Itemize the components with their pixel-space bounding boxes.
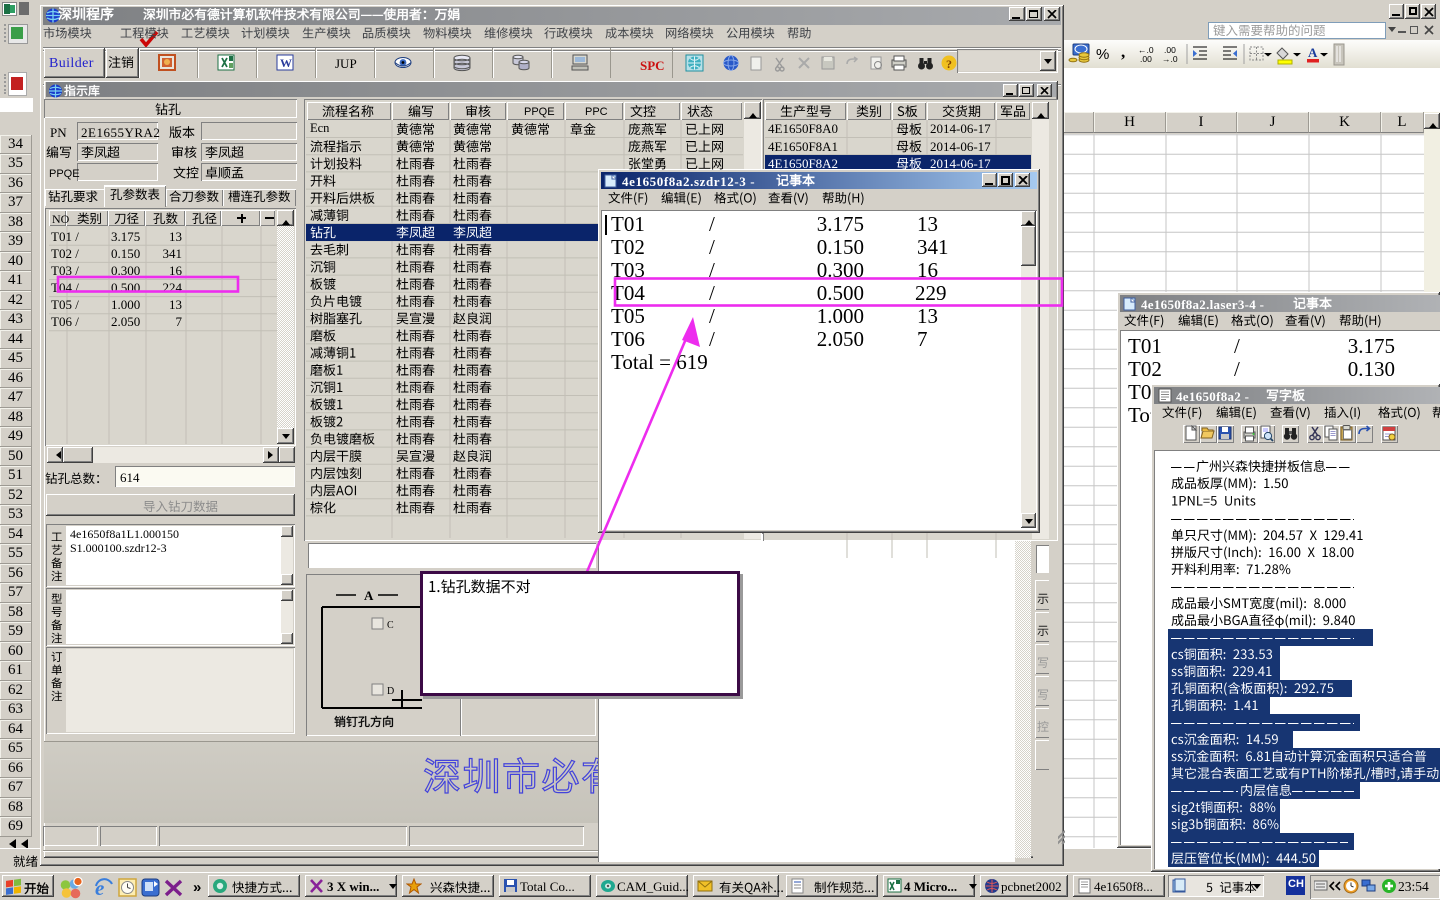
- svg-text:W: W: [280, 56, 292, 70]
- svg-text:?: ?: [946, 57, 952, 71]
- svg-text:JUP: JUP: [335, 56, 357, 71]
